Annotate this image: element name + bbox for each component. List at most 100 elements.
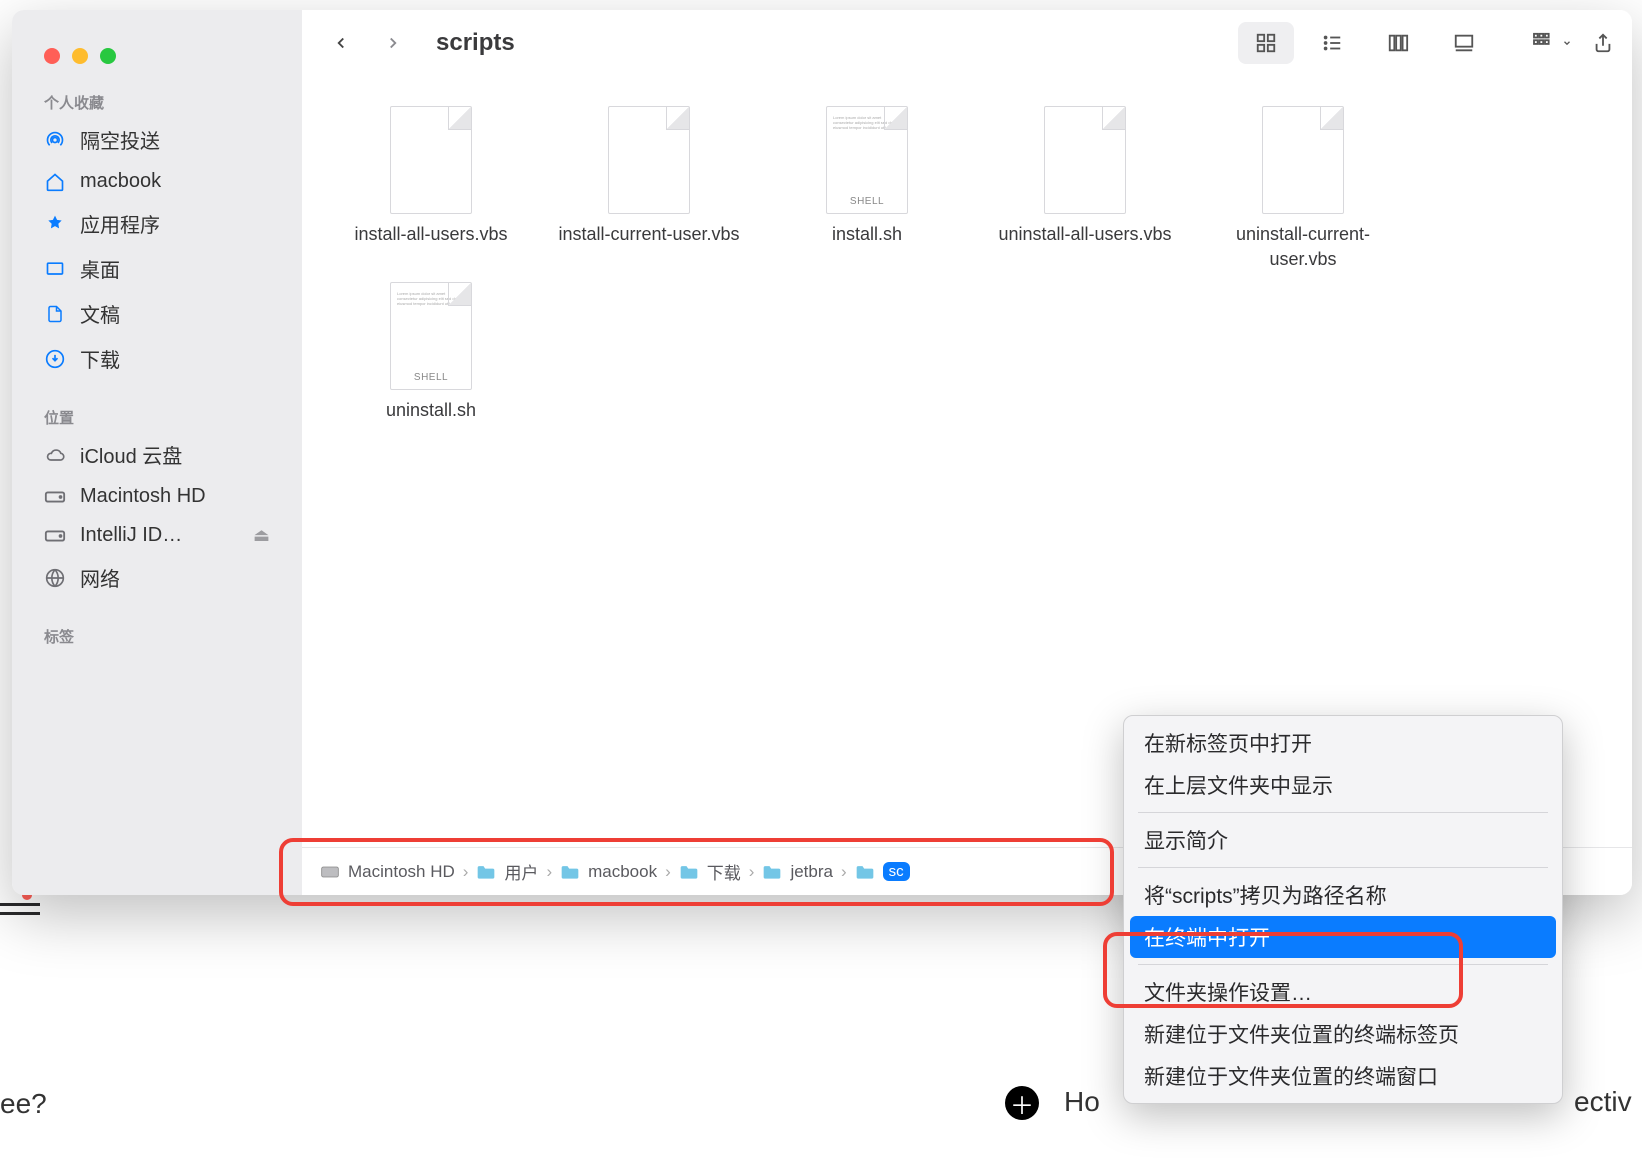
sidebar-item-label: 应用程序	[80, 209, 270, 238]
home-icon	[44, 171, 66, 193]
disk-icon	[44, 486, 66, 508]
share-button[interactable]	[1592, 32, 1614, 54]
file-icon	[1044, 106, 1126, 214]
path-seg-macbook[interactable]: macbook	[560, 862, 657, 882]
menu-new-terminal-tab-at-folder[interactable]: 新建位于文件夹位置的终端标签页	[1124, 1013, 1562, 1055]
path-label: 下载	[707, 859, 741, 884]
icon-view-button[interactable]	[1238, 22, 1294, 64]
eject-icon[interactable]: ⏏	[253, 525, 270, 546]
path-seg-jetbra[interactable]: jetbra	[762, 862, 833, 882]
path-seg-scripts[interactable]: sc	[855, 862, 910, 882]
file-item[interactable]: install-current-user.vbs	[540, 106, 758, 272]
sidebar-item-airdrop[interactable]: 隔空投送	[12, 117, 302, 162]
path-sep-icon: ›	[538, 862, 560, 882]
menu-copy-pathname[interactable]: 将“scripts”拷贝为路径名称	[1124, 874, 1562, 916]
folder-icon	[476, 862, 496, 882]
file-label: install.sh	[832, 222, 902, 247]
sidebar-item-label: Macintosh HD	[80, 485, 270, 508]
gallery-view-button[interactable]	[1436, 22, 1492, 64]
disk-icon	[44, 525, 66, 547]
menu-get-info[interactable]: 显示简介	[1124, 819, 1562, 861]
desktop-icon	[44, 258, 66, 280]
airdrop-icon	[44, 129, 66, 151]
menu-new-terminal-window-at-folder[interactable]: 新建位于文件夹位置的终端窗口	[1124, 1055, 1562, 1097]
file-icon: Lorem ipsum dolor sit amet consectetur a…	[826, 106, 908, 214]
sidebar-item-macintosh-hd[interactable]: Macintosh HD	[12, 477, 302, 516]
sidebar-item-home[interactable]: macbook	[12, 162, 302, 201]
menu-open-new-tab[interactable]: 在新标签页中打开	[1124, 722, 1562, 764]
plus-icon[interactable]: ＋	[1005, 1086, 1039, 1120]
list-view-button[interactable]	[1304, 22, 1360, 64]
column-view-button[interactable]	[1370, 22, 1426, 64]
menu-separator	[1138, 812, 1548, 813]
section-favorites-header: 个人收藏	[12, 84, 302, 117]
fullscreen-button[interactable]	[100, 48, 116, 64]
folder-icon	[679, 862, 699, 882]
file-label: install-current-user.vbs	[558, 222, 739, 247]
path-label: sc	[883, 862, 910, 881]
sidebar-item-label: 下载	[80, 344, 270, 373]
path-seg-downloads[interactable]: 下载	[679, 859, 741, 884]
toolbar: scripts	[302, 10, 1632, 76]
sidebar-item-label: macbook	[80, 170, 270, 193]
menu-folder-action-setup[interactable]: 文件夹操作设置…	[1124, 971, 1562, 1013]
forward-button[interactable]	[372, 22, 414, 64]
view-switcher	[1238, 22, 1492, 64]
background-text: ee?	[0, 1088, 47, 1120]
path-label: macbook	[588, 862, 657, 882]
doc-icon	[44, 303, 66, 325]
file-label: uninstall-current-user.vbs	[1203, 222, 1403, 272]
path-label: jetbra	[790, 862, 833, 882]
file-item[interactable]: uninstall-all-users.vbs	[976, 106, 1194, 272]
folder-icon	[560, 862, 580, 882]
file-item[interactable]: Lorem ipsum dolor sit amet consectetur a…	[758, 106, 976, 272]
sidebar-item-label: 文稿	[80, 299, 270, 328]
sidebar-item-label: iCloud 云盘	[80, 440, 270, 469]
download-icon	[44, 348, 66, 370]
sidebar-item-desktop[interactable]: 桌面	[12, 246, 302, 291]
close-button[interactable]	[44, 48, 60, 64]
folder-icon	[855, 862, 875, 882]
sidebar-item-intellij[interactable]: IntelliJ ID… ⏏	[12, 516, 302, 555]
file-label: install-all-users.vbs	[354, 222, 507, 247]
folder-icon	[762, 862, 782, 882]
background-text: ectiv	[1574, 1086, 1632, 1118]
cloud-icon	[44, 444, 66, 466]
sidebar-item-documents[interactable]: 文稿	[12, 291, 302, 336]
section-locations-header: 位置	[12, 399, 302, 432]
sidebar-item-label: 桌面	[80, 254, 270, 283]
sidebar-item-downloads[interactable]: 下载	[12, 336, 302, 381]
sidebar: 个人收藏 隔空投送 macbook 应用程序 桌面	[12, 10, 302, 895]
sidebar-item-label: 隔空投送	[80, 125, 270, 154]
path-seg-root[interactable]: Macintosh HD	[320, 862, 455, 882]
sidebar-item-apps[interactable]: 应用程序	[12, 201, 302, 246]
context-menu: 在新标签页中打开 在上层文件夹中显示 显示简介 将“scripts”拷贝为路径名…	[1123, 715, 1563, 1104]
menu-separator	[1138, 964, 1548, 965]
menu-open-in-terminal[interactable]: 在终端中打开	[1130, 916, 1556, 958]
background-line	[0, 903, 40, 915]
file-item[interactable]: Lorem ipsum dolor sit amet consectetur a…	[322, 282, 540, 423]
window-title: scripts	[436, 29, 1228, 57]
menu-show-in-enclosing[interactable]: 在上层文件夹中显示	[1124, 764, 1562, 806]
section-tags-header: 标签	[12, 618, 302, 651]
sidebar-item-label: 网络	[80, 563, 270, 592]
minimize-button[interactable]	[72, 48, 88, 64]
path-seg-users[interactable]: 用户	[476, 859, 538, 884]
back-button[interactable]	[320, 22, 362, 64]
file-icon: Lorem ipsum dolor sit amet consectetur a…	[390, 282, 472, 390]
path-sep-icon: ›	[657, 862, 679, 882]
toolbar-right	[1532, 32, 1614, 54]
window-controls	[12, 20, 302, 84]
file-item[interactable]: uninstall-current-user.vbs	[1194, 106, 1412, 272]
file-label: uninstall.sh	[386, 398, 476, 423]
sidebar-item-network[interactable]: 网络	[12, 555, 302, 600]
file-icon	[608, 106, 690, 214]
sidebar-item-icloud[interactable]: iCloud 云盘	[12, 432, 302, 477]
group-by-button[interactable]	[1532, 32, 1572, 54]
globe-icon	[44, 567, 66, 589]
file-badge: SHELL	[414, 372, 448, 383]
file-item[interactable]: install-all-users.vbs	[322, 106, 540, 272]
path-sep-icon: ›	[741, 862, 763, 882]
path-label: Macintosh HD	[348, 862, 455, 882]
path-label: 用户	[504, 859, 538, 884]
